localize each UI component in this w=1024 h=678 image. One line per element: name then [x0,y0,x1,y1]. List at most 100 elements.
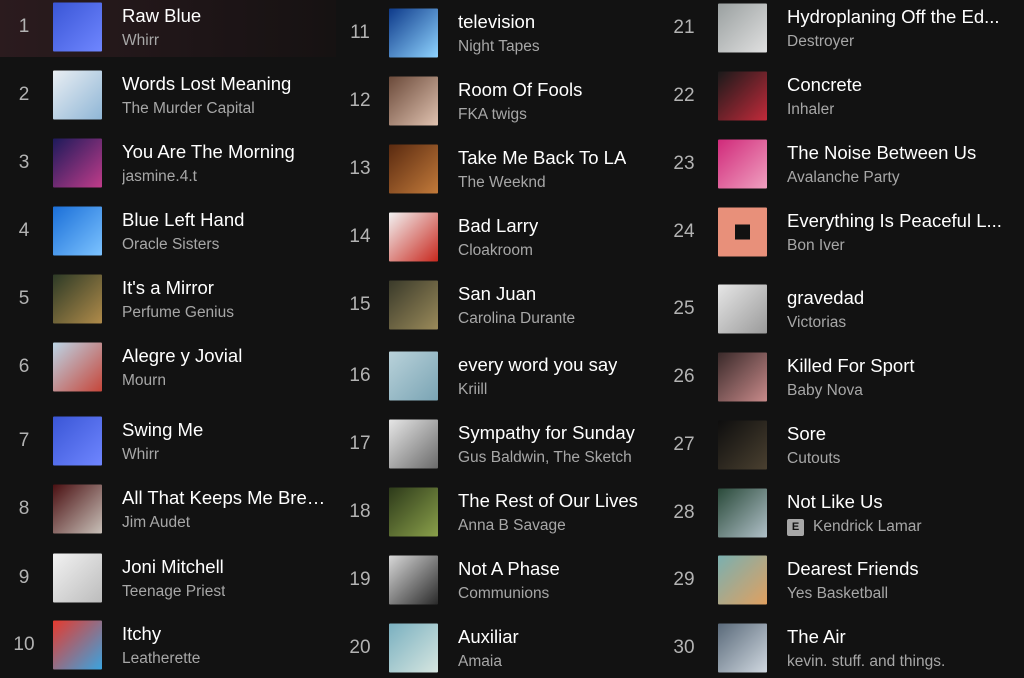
track-title[interactable]: Itchy [122,623,161,645]
track-artist[interactable]: Bon Iver [787,237,845,255]
track-title[interactable]: Hydroplaning Off the Ed... [787,6,1000,28]
track-title[interactable]: Not Like Us [787,491,883,513]
artist-name[interactable]: Kriill [458,381,487,398]
track-tile[interactable]: 7 Swing Me Whirr [0,411,336,471]
album-art[interactable] [389,76,438,126]
track-title[interactable]: Take Me Back To LA [458,147,626,169]
album-art[interactable] [53,342,102,392]
track-tile[interactable]: 20 Auxiliar Amaia [336,618,664,678]
track-artist[interactable]: Destroyer [787,33,854,51]
track-title[interactable]: Bad Larry [458,215,538,237]
artist-name[interactable]: FKA twigs [458,106,527,123]
artist-name[interactable]: Bon Iver [787,237,845,254]
track-title[interactable]: Room Of Fools [458,79,582,101]
track-title[interactable]: Raw Blue [122,5,201,27]
track-artist[interactable]: kevin. stuff. and things. [787,653,945,671]
track-tile[interactable]: 26 Killed For Sport Baby Nova [664,347,1024,407]
artist-name[interactable]: Jim Audet [122,514,190,531]
track-tile[interactable]: 22 Concrete Inhaler [664,66,1024,126]
album-art[interactable] [389,487,438,537]
track-title[interactable]: television [458,11,535,33]
track-artist[interactable]: Cloakroom [458,242,533,260]
artist-name[interactable]: Oracle Sisters [122,236,219,253]
artist-name[interactable]: Communions [458,585,549,602]
artist-name[interactable]: Kendrick Lamar [813,518,922,535]
track-artist[interactable]: Whirr [122,32,159,50]
album-art[interactable] [53,206,102,256]
artist-name[interactable]: Night Tapes [458,38,540,55]
track-tile[interactable]: 6 Alegre y Jovial Mourn [0,337,336,397]
album-art[interactable] [718,139,767,189]
track-tile[interactable]: 1 Raw Blue Whirr [0,0,336,57]
album-art[interactable] [718,555,767,605]
track-tile[interactable]: 13 Take Me Back To LA The Weeknd [336,139,664,199]
track-tile[interactable]: 9 Joni Mitchell Teenage Priest [0,548,336,608]
artist-name[interactable]: Cloakroom [458,242,533,259]
album-art[interactable] [53,484,102,534]
track-tile[interactable]: 21 Hydroplaning Off the Ed... Destroyer [664,0,1024,58]
track-tile[interactable]: 28 Not Like Us E Kendrick Lamar [664,483,1024,543]
album-art[interactable] [53,553,102,603]
track-tile[interactable]: 24 Everything Is Peaceful L... Bon Iver [664,202,1024,262]
album-art[interactable] [718,352,767,402]
artist-name[interactable]: Cutouts [787,450,840,467]
album-art[interactable] [718,3,767,53]
track-tile[interactable]: 19 Not A Phase Communions [336,550,664,610]
track-artist[interactable]: Inhaler [787,101,834,119]
track-artist[interactable]: Communions [458,585,549,603]
artist-name[interactable]: Whirr [122,32,159,49]
track-artist[interactable]: Victorias [787,314,846,332]
track-title[interactable]: Sore [787,423,826,445]
track-tile[interactable]: 3 You Are The Morning jasmine.4.t [0,133,336,193]
track-title[interactable]: Words Lost Meaning [122,73,291,95]
artist-name[interactable]: jasmine.4.t [122,168,197,185]
track-title[interactable]: Everything Is Peaceful L... [787,210,1002,232]
track-artist[interactable]: Amaia [458,653,502,671]
track-title[interactable]: Not A Phase [458,558,560,580]
track-title[interactable]: every word you say [458,354,617,376]
track-artist[interactable]: Whirr [122,446,159,464]
track-artist[interactable]: Anna B Savage [458,517,566,535]
track-tile[interactable]: 25 gravedad Victorias [664,279,1024,339]
track-title[interactable]: Joni Mitchell [122,556,224,578]
artist-name[interactable]: The Murder Capital [122,100,255,117]
track-artist[interactable]: Teenage Priest [122,583,225,601]
album-art[interactable] [389,8,438,58]
track-artist[interactable]: The Murder Capital [122,100,255,118]
track-tile[interactable]: 8 All That Keeps Me Breat... Jim Audet [0,479,336,539]
track-artist[interactable]: Kriill [458,381,487,399]
track-title[interactable]: Blue Left Hand [122,209,244,231]
track-title[interactable]: San Juan [458,283,536,305]
album-art[interactable] [53,274,102,324]
track-title[interactable]: The Air [787,626,846,648]
track-artist[interactable]: Night Tapes [458,38,540,56]
album-art[interactable] [389,623,438,673]
track-title[interactable]: All That Keeps Me Breat... [122,487,330,509]
track-artist[interactable]: Baby Nova [787,382,863,400]
track-title[interactable]: Alegre y Jovial [122,345,242,367]
artist-name[interactable]: Gus Baldwin, The Sketch [458,449,632,466]
track-title[interactable]: The Noise Between Us [787,142,976,164]
track-artist[interactable]: The Weeknd [458,174,546,192]
album-art[interactable] [389,351,438,401]
album-art[interactable] [389,419,438,469]
artist-name[interactable]: kevin. stuff. and things. [787,653,945,670]
album-art[interactable] [389,212,438,262]
track-artist[interactable]: Cutouts [787,450,840,468]
artist-name[interactable]: Mourn [122,372,166,389]
track-tile[interactable]: 12 Room Of Fools FKA twigs [336,71,664,131]
track-tile[interactable]: 10 Itchy Leatherette [0,615,336,675]
track-title[interactable]: gravedad [787,287,864,309]
album-art[interactable] [53,620,102,670]
album-art[interactable] [53,70,102,120]
track-artist[interactable]: Leatherette [122,650,200,668]
track-title[interactable]: Sympathy for Sunday [458,422,635,444]
track-tile[interactable]: 18 The Rest of Our Lives Anna B Savage [336,482,664,542]
track-artist[interactable]: Perfume Genius [122,304,234,322]
track-title[interactable]: It's a Mirror [122,277,214,299]
artist-name[interactable]: Inhaler [787,101,834,118]
track-tile[interactable]: 23 The Noise Between Us Avalanche Party [664,134,1024,194]
track-title[interactable]: Concrete [787,74,862,96]
track-artist[interactable]: Jim Audet [122,514,190,532]
track-tile[interactable]: 15 San Juan Carolina Durante [336,275,664,335]
